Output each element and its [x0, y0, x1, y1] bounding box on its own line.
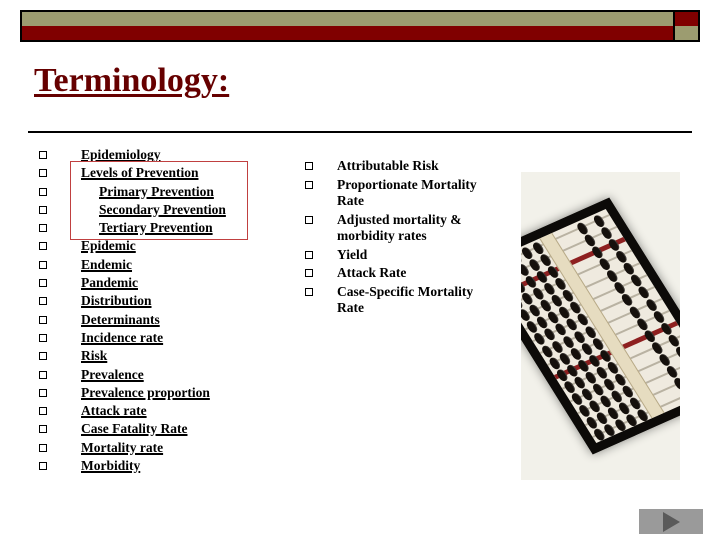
square-bullet-icon [39, 297, 47, 306]
list-item-label: Endemic [81, 256, 133, 272]
square-bullet-icon [39, 242, 47, 251]
list-item-label: Proportionate Mortality Rate [337, 176, 477, 209]
list-item: Yield [295, 247, 495, 264]
play-triangle-icon [662, 511, 680, 532]
slide-top-banner [20, 10, 700, 42]
list-item-label: Prevalence [81, 366, 144, 382]
list-item: Mortality rate [33, 439, 288, 457]
list-item-label: Epidemic [81, 238, 136, 254]
square-bullet-icon [39, 352, 47, 361]
square-bullet-icon [39, 205, 47, 214]
list-item-label: Determinants [81, 311, 160, 327]
square-bullet-icon [39, 407, 47, 416]
banner-checker-top [675, 12, 698, 26]
square-bullet-icon [305, 180, 313, 189]
square-bullet-icon [305, 162, 313, 170]
list-item: Incidence rate [33, 329, 288, 347]
list-item-label: Secondary Prevention [99, 201, 226, 217]
square-bullet-icon [305, 269, 313, 277]
banner-main-bar [20, 10, 675, 42]
list-item: Risk [33, 347, 288, 365]
list-item: Proportionate Mortality Rate [295, 177, 495, 210]
list-item-label: Risk [81, 348, 108, 364]
banner-red-band [22, 26, 673, 40]
banner-checker-bottom [675, 26, 698, 40]
square-bullet-icon [39, 425, 47, 434]
title-divider [28, 131, 692, 133]
list-item: Attributable Risk [295, 158, 495, 175]
square-bullet-icon [305, 215, 313, 224]
list-item: Endemic [33, 256, 288, 274]
square-bullet-icon [305, 250, 313, 259]
square-bullet-icon [39, 279, 47, 288]
list-item-label: Pandemic [81, 275, 138, 291]
list-item-label: Mortality rate [81, 439, 164, 455]
list-item-label: Primary Prevention [99, 183, 214, 199]
list-item: Prevalence [33, 366, 288, 384]
list-item-label: Morbidity [81, 458, 141, 474]
list-item: Epidemiology [33, 146, 288, 164]
next-slide-button[interactable] [639, 509, 703, 534]
square-bullet-icon [39, 370, 47, 379]
square-bullet-icon [39, 443, 47, 452]
list-item: Adjusted mortality & morbidity rates [295, 212, 495, 245]
square-bullet-icon [305, 287, 313, 296]
list-item: Primary Prevention [33, 183, 288, 201]
list-item: Epidemic [33, 237, 288, 255]
square-bullet-icon [39, 462, 47, 471]
list-item: Attack rate [33, 402, 288, 420]
list-item-label: Prevalence proportion [81, 384, 210, 400]
right-term-column: Attributable Risk Proportionate Mortalit… [295, 158, 495, 319]
list-item-label: Incidence rate [81, 329, 164, 345]
square-bullet-icon [39, 224, 47, 233]
left-term-list: Epidemiology Levels of Prevention Primar… [33, 146, 288, 475]
abacus-frame [521, 197, 680, 455]
right-term-list: Attributable Risk Proportionate Mortalit… [295, 158, 495, 317]
page-title: Terminology: [34, 62, 230, 99]
list-item: Case-Specific Mortality Rate [295, 284, 495, 317]
square-bullet-icon [39, 151, 47, 159]
list-item-label: Case-Specific Mortality Rate [337, 283, 474, 316]
list-item: Case Fatality Rate [33, 420, 288, 438]
list-item-label: Tertiary Prevention [99, 220, 213, 236]
list-item: Levels of Prevention [33, 164, 288, 182]
list-item-label: Case Fatality Rate [81, 421, 188, 437]
list-item: Determinants [33, 311, 288, 329]
square-bullet-icon [39, 169, 47, 178]
list-item: Prevalence proportion [33, 384, 288, 402]
square-bullet-icon [39, 333, 47, 342]
abacus-photo [521, 172, 680, 480]
list-item-label: Attack rate [81, 403, 147, 419]
list-item: Tertiary Prevention [33, 219, 288, 237]
list-item: Attack Rate [295, 265, 495, 282]
list-item: Morbidity [33, 457, 288, 475]
list-item-label: Attack Rate [337, 265, 407, 280]
banner-checker-accent [673, 10, 700, 42]
list-item-label: Attributable Risk [337, 158, 439, 173]
list-item: Distribution [33, 292, 288, 310]
square-bullet-icon [39, 187, 47, 196]
left-term-column: Epidemiology Levels of Prevention Primar… [33, 146, 288, 475]
list-item-label: Distribution [81, 293, 152, 309]
square-bullet-icon [39, 388, 47, 397]
list-item-label: Adjusted mortality & morbidity rates [337, 211, 462, 244]
square-bullet-icon [39, 315, 47, 324]
list-item: Pandemic [33, 274, 288, 292]
abacus-board [521, 208, 680, 444]
list-item: Secondary Prevention [33, 201, 288, 219]
square-bullet-icon [39, 260, 47, 269]
banner-olive-band [22, 12, 673, 26]
list-item-label: Levels of Prevention [81, 165, 199, 181]
list-item-label: Yield [337, 246, 368, 262]
list-item-label: Epidemiology [81, 147, 161, 162]
